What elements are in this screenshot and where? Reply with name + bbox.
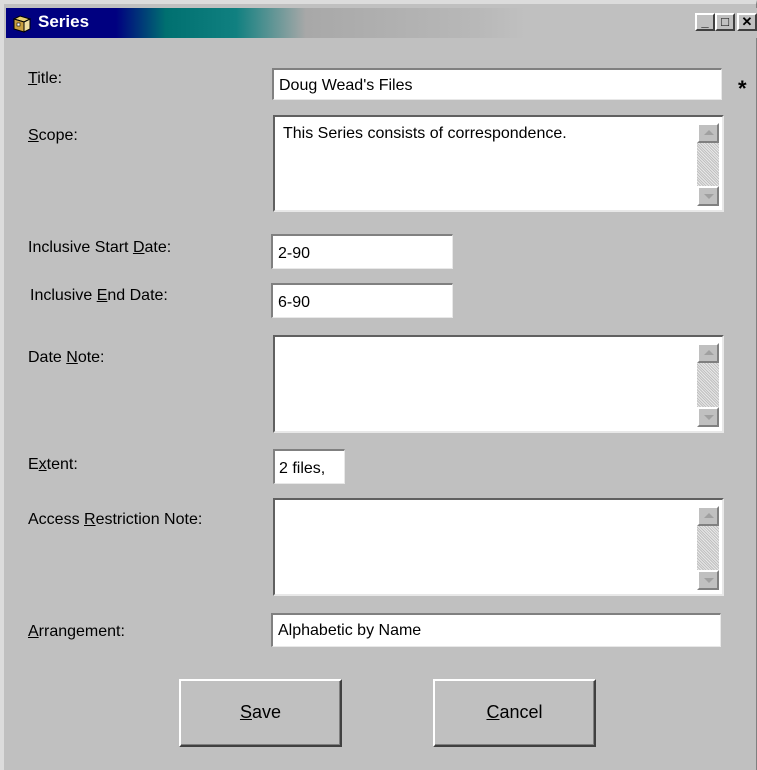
save-button[interactable]: Save <box>179 679 342 747</box>
end-date-field[interactable]: 6-90 <box>271 283 453 318</box>
maximize-button[interactable]: □ <box>715 13 735 31</box>
close-icon: ✕ <box>741 14 753 29</box>
start-date-label: Inclusive Start Date: <box>28 239 172 256</box>
arrow-up-icon <box>704 130 714 135</box>
date-note-scrollbar[interactable] <box>697 343 719 427</box>
close-button[interactable]: ✕ <box>737 13 757 31</box>
scroll-track[interactable] <box>697 363 719 407</box>
cancel-button[interactable]: Cancel <box>433 679 596 747</box>
date-note-label: Date Note: <box>28 349 105 366</box>
access-restriction-scrollbar[interactable] <box>697 506 719 590</box>
required-marker: * <box>738 76 747 101</box>
arrangement-field[interactable]: Alphabetic by Name <box>271 613 721 647</box>
arrow-down-icon <box>704 415 714 420</box>
arrow-down-icon <box>704 578 714 583</box>
access-restriction-field[interactable] <box>273 498 724 596</box>
scroll-track[interactable] <box>697 143 719 186</box>
scroll-down-button[interactable] <box>697 186 719 206</box>
title-field[interactable]: Doug Wead's Files <box>272 68 722 100</box>
arrow-up-icon <box>704 350 714 355</box>
scope-field[interactable]: This Series consists of correspondence. <box>273 115 724 212</box>
start-date-field[interactable]: 2-90 <box>271 234 453 269</box>
scope-scrollbar[interactable] <box>697 123 719 206</box>
folder-box-icon <box>12 15 32 33</box>
end-date-label: Inclusive End Date: <box>30 287 168 304</box>
scroll-track[interactable] <box>697 526 719 570</box>
scroll-down-button[interactable] <box>697 570 719 590</box>
arrow-down-icon <box>704 194 714 199</box>
title-bar[interactable]: Series _ □ ✕ <box>6 8 757 38</box>
extent-label: Extent: <box>28 456 78 473</box>
maximize-icon: □ <box>721 14 729 29</box>
arrangement-label: Arrangement: <box>28 623 125 640</box>
window-title: Series <box>38 12 90 31</box>
title-label: Title: <box>28 70 63 87</box>
scroll-up-button[interactable] <box>697 506 719 526</box>
scroll-up-button[interactable] <box>697 343 719 363</box>
arrow-up-icon <box>704 513 714 518</box>
scroll-down-button[interactable] <box>697 407 719 427</box>
extent-field[interactable]: 2 files, <box>273 449 345 484</box>
scope-text: This Series consists of correspondence. <box>283 125 567 142</box>
scroll-up-button[interactable] <box>697 123 719 143</box>
scope-label: Scope: <box>28 127 78 144</box>
minimize-button[interactable]: _ <box>695 13 715 31</box>
access-restriction-label: Access Restriction Note: <box>28 511 203 528</box>
minimize-icon: _ <box>701 14 709 29</box>
date-note-field[interactable] <box>273 335 724 433</box>
